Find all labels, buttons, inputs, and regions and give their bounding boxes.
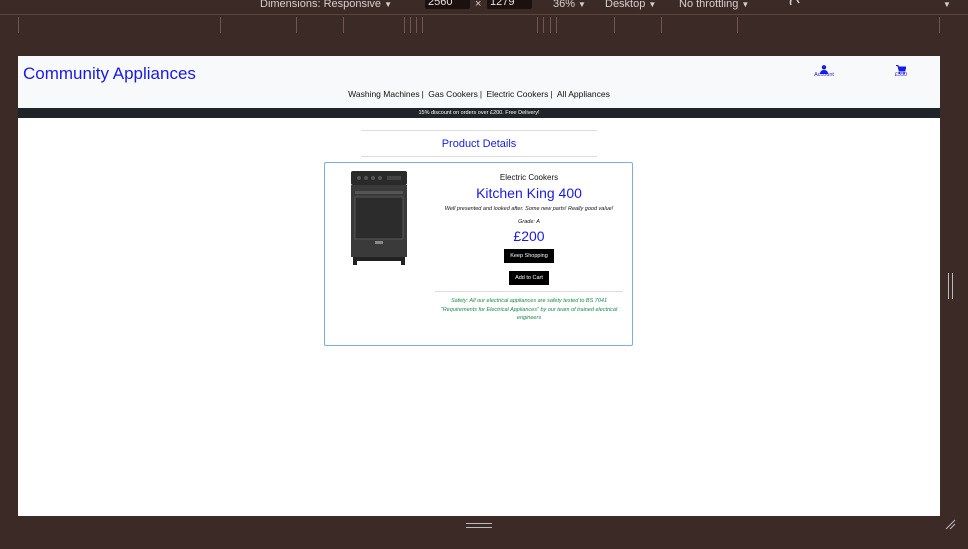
device-label: Desktop [605,0,646,10]
height-input[interactable]: 1279 [487,0,532,9]
divider [435,291,623,292]
caret-down-icon: ▼ [384,0,392,9]
media-query-ruler [0,14,968,34]
cart-icon [881,61,921,74]
nav-washing-machines[interactable]: Washing Machines [348,89,420,99]
devtools-toolbar: Dimensions: Responsive ▼ 2560 × 1279 36% ▼… [0,0,968,12]
account-label: Account [814,72,834,78]
nav-electric-cookers[interactable]: Electric Cookers [486,89,548,99]
throttling-label: No throttling [679,0,739,10]
nav-gas-cookers[interactable]: Gas Cookers [428,89,478,99]
user-icon [804,61,844,74]
rotate-icon[interactable] [788,0,802,11]
nav-separator: | [550,89,553,99]
add-to-cart-button[interactable]: Add to Cart [509,271,549,285]
zoom-dropdown[interactable]: 36% ▼ [553,0,586,12]
nav-separator: | [479,89,483,99]
more-options-icon[interactable]: ▼ [940,0,951,12]
width-input[interactable]: 2560 [425,0,470,9]
product-grade: Grade: A [518,219,540,225]
cart-total: £550 [894,72,908,78]
product-price: £200 [513,228,545,244]
page-heading-container: Product Details [361,130,597,157]
throttling-dropdown[interactable]: No throttling ▼ [679,0,749,12]
device-dropdown[interactable]: Desktop ▼ [605,0,656,12]
dimensions-dropdown[interactable]: Dimensions: Responsive ▼ [260,0,392,12]
cart-link[interactable]: £550 [881,61,921,78]
account-link[interactable]: Account [804,61,844,78]
product-info: Electric Cookers Kitchen King 400 Well p… [435,173,623,323]
product-description: Well presented and looked after. Some ne… [444,206,614,212]
nav-separator: | [421,89,424,99]
product-name: Kitchen King 400 [476,185,582,201]
nav-all-appliances[interactable]: All Appliances [557,89,610,99]
times-sign: × [475,0,482,10]
caret-down-icon: ▼ [741,0,750,9]
caret-down-icon: ▼ [648,0,657,9]
brand-logo-link[interactable]: Community Appliances [23,64,196,84]
caret-down-icon: ▼ [578,0,586,9]
zoom-label: 36% [553,0,576,10]
dimensions-label: Dimensions: Responsive [260,0,382,10]
main-nav: Washing Machines | Gas Cookers | Electric … [18,89,940,99]
promo-banner: 15% discount on orders over £200. Free D… [18,108,940,118]
keep-shopping-button[interactable]: Keep Shopping [504,249,554,263]
page-title: Product Details [441,138,517,150]
product-card: Electric Cookers Kitchen King 400 Well p… [324,162,633,346]
resize-handle-right[interactable] [948,273,953,299]
site-header: Community Appliances Account £550 Washin… [18,56,940,108]
product-category: Electric Cookers [499,173,559,182]
resize-handle-bottom[interactable] [466,523,492,528]
product-image [351,171,407,265]
safety-note: Safety: All our electrical appliances ar… [440,298,618,321]
emulated-viewport: Community Appliances Account £550 Washin… [18,56,940,516]
resize-handle-corner[interactable] [944,518,956,530]
